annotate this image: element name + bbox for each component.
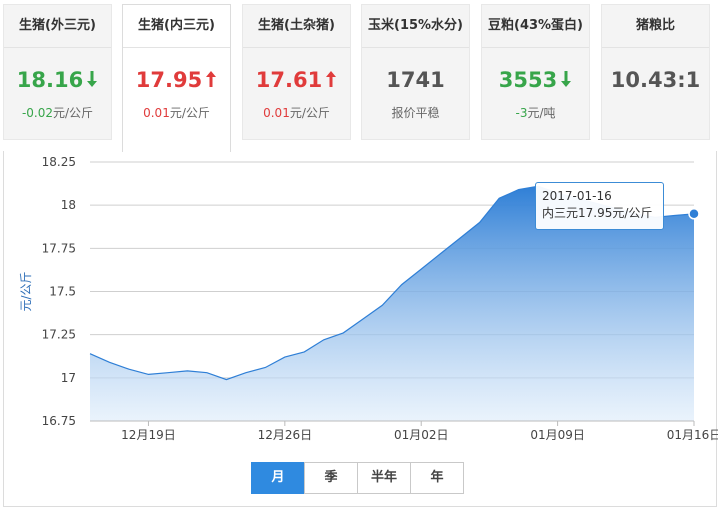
data-point (673, 214, 676, 217)
arrow-down-icon (561, 71, 572, 87)
data-point (361, 318, 364, 321)
data-point (205, 371, 208, 374)
arrow-up-icon (206, 71, 217, 87)
card-title: 生猪(内三元) (138, 18, 215, 33)
x-tick-label: 01月16日 (667, 428, 718, 442)
highlight-point (688, 208, 700, 220)
card-change-unit: 元/公斤 (169, 106, 210, 120)
card-divider (243, 47, 350, 48)
y-tick-label: 17.75 (42, 241, 76, 255)
data-point (186, 369, 189, 372)
data-point (264, 366, 267, 369)
card-change-unit: 元/公斤 (289, 106, 330, 120)
y-tick-label: 17.25 (42, 328, 76, 342)
card-change-value: -3 (515, 106, 528, 120)
card-title: 猪粮比 (635, 18, 675, 33)
y-tick-label: 17.5 (49, 285, 76, 299)
card-price-value: 17.61 (255, 68, 323, 92)
card-change: 0.01元/公斤 (243, 105, 350, 121)
range-button-2[interactable]: 半年 (357, 462, 411, 494)
card-change: -3元/吨 (482, 105, 589, 121)
arrow-up-icon (326, 71, 337, 87)
price-card-0[interactable]: 生猪(外三元) 18.16 -0.02元/公斤 (3, 4, 112, 140)
card-change-unit: 元/吨 (527, 106, 556, 120)
data-point (108, 361, 111, 364)
card-title: 豆粕(43%蛋白) (488, 18, 583, 33)
x-tick-label: 12月26日 (258, 428, 313, 442)
data-point (459, 236, 462, 239)
card-title: 玉米(15%水分) (368, 18, 463, 33)
card-price-value: 3553 (498, 68, 558, 92)
data-point (225, 378, 228, 381)
price-card-4[interactable]: 豆粕(43%蛋白) 3553 -3元/吨 (481, 4, 590, 140)
chart-tooltip: 2017-01-16 内三元17.95元/公斤 (535, 182, 664, 230)
tooltip-value: 内三元17.95元/公斤 (542, 206, 653, 220)
card-change: 0.01元/公斤 (123, 105, 230, 121)
y-axis-label: 元/公斤 (19, 271, 33, 311)
card-price-value: 1741 (386, 68, 445, 92)
card-price: 3553 (482, 67, 589, 93)
card-price: 17.95 (123, 67, 230, 93)
data-point (400, 283, 403, 286)
range-button-3[interactable]: 年 (410, 462, 464, 494)
card-price-value: 10.43:1 (610, 68, 701, 92)
range-button-1[interactable]: 季 (304, 462, 358, 494)
card-change: 报价平稳 (362, 105, 469, 121)
card-change-value: 0.01 (143, 106, 170, 120)
card-change: -0.02元/公斤 (4, 105, 111, 121)
price-card-2[interactable]: 生猪(土杂猪) 17.61 0.01元/公斤 (242, 4, 351, 140)
y-tick-label: 18.25 (42, 155, 76, 169)
card-change-unit: 报价平稳 (391, 106, 440, 120)
y-tick-label: 17 (61, 371, 76, 385)
data-point (147, 373, 150, 376)
card-change-value: 0.01 (263, 106, 290, 120)
data-point (498, 197, 501, 200)
price-card-3[interactable]: 玉米(15%水分) 1741 报价平稳 (361, 4, 470, 140)
range-button-0[interactable]: 月 (251, 462, 305, 494)
arrow-down-icon (87, 71, 98, 87)
tooltip-date: 2017-01-16 (542, 189, 612, 203)
range-selector: 月季半年年 (251, 462, 464, 494)
x-tick-label: 01月02日 (394, 428, 449, 442)
data-point (244, 371, 247, 374)
y-tick-label: 16.75 (42, 414, 76, 428)
data-point (303, 350, 306, 353)
card-divider (602, 47, 709, 48)
y-tick-label: 18 (61, 198, 76, 212)
card-change-unit: 元/公斤 (53, 106, 94, 120)
data-point (381, 304, 384, 307)
data-point (517, 188, 520, 191)
card-price: 1741 (362, 67, 469, 93)
card-price-value: 17.95 (135, 68, 203, 92)
card-title: 生猪(土杂猪) (258, 18, 335, 33)
card-divider (4, 47, 111, 48)
data-point (478, 221, 481, 224)
data-point (127, 368, 130, 371)
x-tick-label: 01月09日 (530, 428, 585, 442)
data-point (439, 252, 442, 255)
data-point (166, 371, 169, 374)
card-price: 17.61 (243, 67, 350, 93)
card-price: 18.16 (4, 67, 111, 93)
x-tick-label: 12月19日 (121, 428, 176, 442)
card-change-value: -0.02 (21, 106, 53, 120)
card-divider (482, 47, 589, 48)
card-title: 生猪(外三元) (19, 18, 96, 33)
data-point (342, 331, 345, 334)
card-divider (362, 47, 469, 48)
card-price: 10.43:1 (602, 67, 709, 93)
price-card-5[interactable]: 猪粮比 10.43:1 (601, 4, 710, 140)
data-point (89, 352, 92, 355)
data-point (283, 356, 286, 359)
data-point (420, 268, 423, 271)
card-divider (123, 47, 230, 48)
data-point (322, 338, 325, 341)
card-price-value: 18.16 (16, 68, 84, 92)
price-card-1[interactable]: 生猪(内三元) 17.95 0.01元/公斤 (122, 4, 231, 152)
